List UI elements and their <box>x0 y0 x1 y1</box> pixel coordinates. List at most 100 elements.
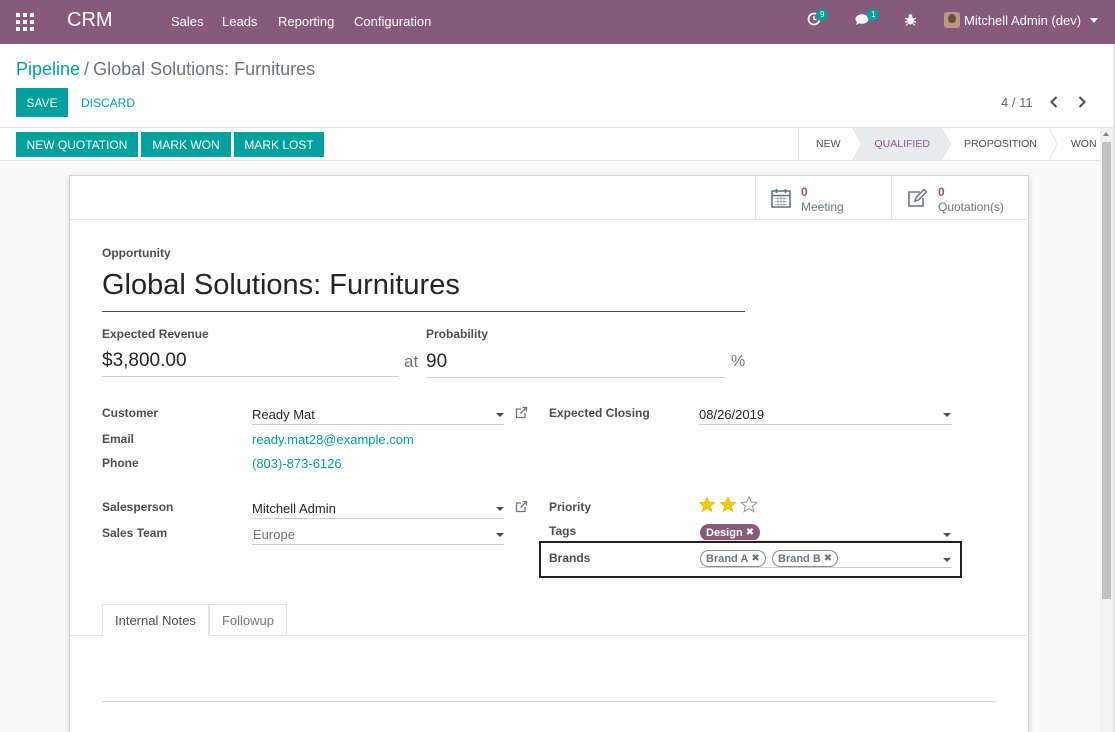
meeting-smart-button[interactable]: 0 Meeting <box>755 176 891 219</box>
sales-team-dropdown-icon[interactable] <box>496 533 504 537</box>
brands-underline <box>699 567 952 568</box>
tag-brand-b: Brand B ✖ <box>772 550 839 567</box>
user-name: Mitchell Admin (dev) <box>964 12 1082 28</box>
pager-previous-icon[interactable] <box>1049 95 1059 109</box>
salesperson-label: Salesperson <box>102 500 174 514</box>
message-count-badge: 1 <box>867 9 880 21</box>
expected-revenue-field[interactable]: $3,800.00 <box>102 350 187 372</box>
customer-dropdown-icon[interactable] <box>496 413 504 417</box>
menu-configuration[interactable]: Configuration <box>354 14 431 29</box>
phone-label: Phone <box>102 456 139 470</box>
star-filled-icon[interactable] <box>698 496 716 516</box>
tags-dropdown-icon[interactable] <box>943 533 951 537</box>
star-empty-icon[interactable] <box>739 495 759 516</box>
chevron-down-icon <box>1090 17 1099 23</box>
brands-label: Brands <box>549 551 591 565</box>
priority-label: Priority <box>549 500 592 514</box>
opportunity-label: Opportunity <box>102 246 171 260</box>
meeting-count: 0 <box>801 185 808 199</box>
salesperson-field[interactable]: Mitchell Admin <box>252 501 336 516</box>
edit-icon <box>906 187 928 212</box>
pager-next-icon[interactable] <box>1077 95 1087 109</box>
breadcrumb-current: Global Solutions: Furnitures <box>93 59 316 79</box>
revenue-underline <box>102 376 399 377</box>
tag-brand-b-label: Brand B <box>778 552 821 565</box>
stage-qualified-label: QUALIFIED <box>874 138 930 150</box>
app-menu-icon[interactable] <box>16 13 34 31</box>
tag-brand-a-label: Brand A <box>706 552 749 565</box>
avatar <box>944 12 960 28</box>
save-button[interactable]: SAVE <box>16 88 68 117</box>
scroll-thumb[interactable] <box>1102 142 1111 599</box>
expected-revenue-label: Expected Revenue <box>102 327 209 341</box>
quotations-smart-button[interactable]: 0 Quotation(s) <box>891 176 1028 219</box>
quotation-count: 0 <box>938 185 945 199</box>
activity-clock-icon[interactable]: 9 <box>807 9 829 29</box>
salesperson-external-link-icon[interactable] <box>515 500 528 516</box>
probability-underline <box>426 377 725 378</box>
activity-count-badge: 9 <box>816 9 829 21</box>
smart-button-box: 0 Meeting 0 Quotation(s) <box>70 176 1028 220</box>
percent-sign: % <box>731 353 746 370</box>
salesperson-underline <box>252 518 504 519</box>
close-icon[interactable]: ✖ <box>746 527 754 538</box>
salesperson-dropdown-icon[interactable] <box>496 507 504 511</box>
breadcrumb-pipeline[interactable]: Pipeline <box>16 59 80 79</box>
mark-won-button[interactable]: MARK WON <box>141 132 231 157</box>
notebook-tabs: Internal Notes Followup <box>102 604 287 636</box>
phone-link[interactable]: (803)-873-6126 <box>252 456 342 471</box>
stage-qualified[interactable]: QUALIFIED <box>852 128 951 160</box>
tag-design: Design ✖ <box>700 524 761 541</box>
brands-dropdown-icon[interactable] <box>943 558 951 562</box>
stage-new[interactable]: NEW <box>799 128 862 160</box>
mark-lost-button[interactable]: MARK LOST <box>234 132 324 157</box>
expected-closing-field[interactable]: 08/26/2019 <box>699 407 764 422</box>
probability-field[interactable]: 90 <box>426 351 447 373</box>
discard-button[interactable]: DISCARD <box>81 96 135 110</box>
customer-underline <box>252 424 504 425</box>
tags-label: Tags <box>549 524 577 538</box>
at-text: at <box>404 352 419 371</box>
tab-followup[interactable]: Followup <box>208 604 287 636</box>
breadcrumb: Pipeline / Global Solutions: Furnitures <box>16 59 315 80</box>
opportunity-name-field[interactable]: Global Solutions: Furnitures <box>102 269 460 302</box>
user-menu[interactable]: Mitchell Admin (dev) <box>944 12 1099 28</box>
customer-field[interactable]: Ready Mat <box>252 407 315 422</box>
stage-proposition[interactable]: PROPOSITION <box>941 128 1058 160</box>
messages-icon[interactable]: 1 <box>855 9 880 29</box>
menu-reporting[interactable]: Reporting <box>278 14 334 29</box>
probability-label: Probability <box>426 327 489 341</box>
expected-closing-label: Expected Closing <box>549 406 650 420</box>
notes-editor-underline[interactable] <box>102 701 996 702</box>
tag-design-label: Design <box>706 526 743 539</box>
pager-value[interactable]: 4 / 11 <box>1001 95 1033 110</box>
scroll-up-icon[interactable] <box>1103 132 1109 136</box>
close-icon[interactable]: ✖ <box>824 553 832 564</box>
email-link[interactable]: ready.mat28@example.com <box>252 432 414 447</box>
breadcrumb-separator: / <box>84 59 90 79</box>
quotation-label: Quotation(s) <box>938 200 1005 214</box>
name-underline <box>102 311 745 312</box>
debug-bug-icon[interactable] <box>904 13 917 29</box>
tab-internal-notes[interactable]: Internal Notes <box>102 604 209 636</box>
tag-brand-a: Brand A ✖ <box>700 550 766 567</box>
scrollbar[interactable] <box>1100 128 1113 732</box>
closing-date-dropdown-icon[interactable] <box>943 413 951 417</box>
customer-external-link-icon[interactable] <box>515 406 528 422</box>
customer-label: Customer <box>102 406 159 420</box>
menu-leads[interactable]: Leads <box>222 14 257 29</box>
stage-pipeline: NEW QUALIFIED PROPOSITION WON <box>798 128 1115 160</box>
close-icon[interactable]: ✖ <box>751 553 759 564</box>
stage-won-label: WON <box>1070 138 1097 150</box>
sales-team-field[interactable]: Europe <box>253 527 295 542</box>
closing-underline <box>699 424 952 425</box>
sales-team-underline <box>252 544 504 545</box>
form-sheet: 0 Meeting 0 Quotation(s) Opportunity Glo… <box>69 175 1029 732</box>
app-brand: CRM <box>67 9 113 31</box>
statusbar: NEW QUOTATION MARK WON MARK LOST NEW QUA… <box>0 128 1115 161</box>
menu-sales[interactable]: Sales <box>171 14 204 29</box>
priority-stars <box>698 495 759 516</box>
star-filled-icon[interactable] <box>719 496 737 516</box>
new-quotation-button[interactable]: NEW QUOTATION <box>16 132 138 157</box>
sales-team-label: Sales Team <box>102 526 168 540</box>
